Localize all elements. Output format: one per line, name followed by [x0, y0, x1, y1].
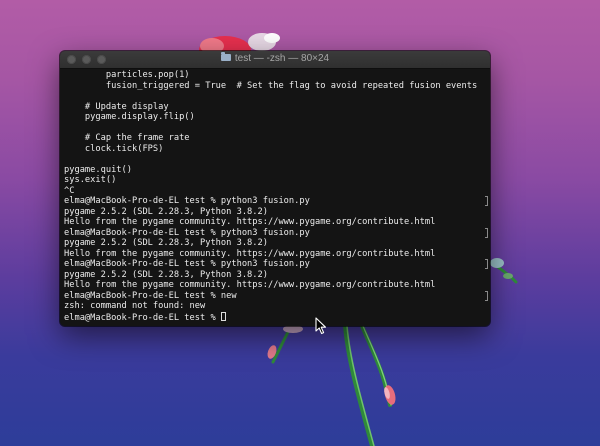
terminal-line: fusion_triggered = True # Set the flag t… — [64, 80, 478, 91]
command-mark-icon[interactable] — [485, 259, 488, 269]
terminal-line: # Cap the frame rate — [64, 133, 190, 143]
terminal-output[interactable]: particles.pop(1) fusion_triggered = True… — [60, 69, 490, 326]
terminal-line: pygame.display.flip() — [64, 112, 195, 122]
terminal-line: # Update display — [64, 101, 169, 112]
command-mark-icon[interactable] — [485, 291, 488, 301]
mouse-pointer-icon — [315, 317, 327, 335]
terminal-line: Hello from the pygame community. https:/… — [64, 280, 436, 290]
terminal-line: particles.pop(1) — [64, 70, 190, 80]
terminal-line: clock.tick(FPS) — [64, 143, 164, 154]
window-titlebar[interactable]: test — -zsh — 80×24 — [60, 51, 490, 69]
terminal-line: pygame 2.5.2 (SDL 2.28.3, Python 3.8.2) — [64, 269, 268, 280]
terminal-line: elma@MacBook-Pro-de-EL test % python3 fu… — [64, 227, 310, 238]
window-title-container: test — -zsh — 80×24 — [60, 52, 490, 64]
window-title: test — -zsh — 80×24 — [234, 53, 330, 64]
terminal-line: Hello from the pygame community. https:/… — [64, 217, 436, 227]
terminal-line: pygame 2.5.2 (SDL 2.28.3, Python 3.8.2) — [64, 238, 268, 248]
command-mark-icon[interactable] — [485, 196, 488, 206]
folder-icon — [220, 52, 231, 61]
terminal-line: elma@MacBook-Pro-de-EL test % python3 fu… — [64, 196, 310, 206]
terminal-prompt-line[interactable]: elma@MacBook-Pro-de-EL test % — [64, 311, 490, 323]
terminal-line: ^C — [64, 185, 75, 196]
terminal-line: elma@MacBook-Pro-de-EL test % new — [64, 290, 237, 301]
terminal-window[interactable]: test — -zsh — 80×24 particles.pop(1) fus… — [60, 51, 490, 326]
terminal-line: elma@MacBook-Pro-de-EL test % python3 fu… — [64, 259, 310, 269]
terminal-line: sys.exit() — [64, 175, 117, 185]
terminal-line: zsh: command not found: new — [64, 301, 206, 311]
terminal-line: pygame 2.5.2 (SDL 2.28.3, Python 3.8.2) — [64, 206, 268, 217]
terminal-line: Hello from the pygame community. https:/… — [64, 248, 436, 259]
text-cursor — [220, 311, 226, 321]
command-mark-icon[interactable] — [485, 228, 488, 238]
shell-prompt: elma@MacBook-Pro-de-EL test % — [64, 312, 221, 323]
terminal-line: pygame.quit() — [64, 164, 132, 175]
